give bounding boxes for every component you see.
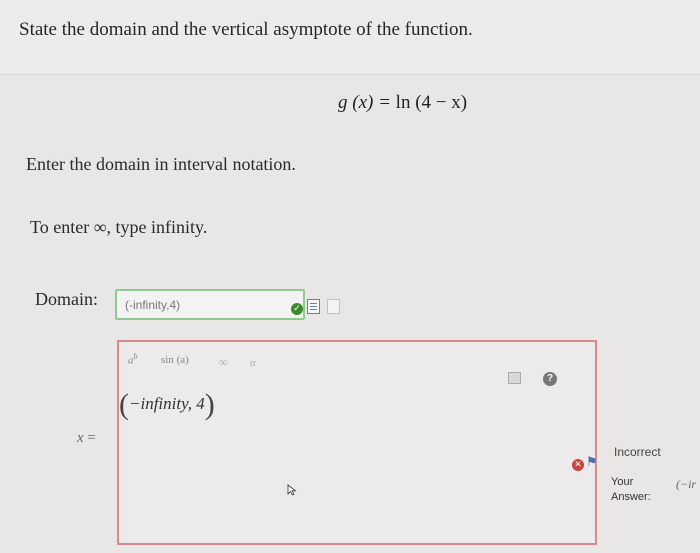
flag-icon[interactable]: ⚑ [586,455,598,470]
function-arg: (4 − x) [410,92,468,113]
asymptote-var: x [77,430,84,446]
power-exponent: b [133,352,138,361]
answer-panel [117,340,597,545]
cursor-icon [287,484,297,496]
preview-open-paren: ( [119,388,129,421]
domain-field[interactable] [115,289,305,320]
help-icon[interactable]: ? [543,372,557,386]
function-lhs: g (x) = [338,92,396,113]
preview-text: −infinity, 4 [129,394,205,413]
alpha-tool-button[interactable]: α [250,357,256,369]
feedback-status: Incorrect [614,445,661,459]
sin-tool-button[interactable]: sin (a) [161,354,189,366]
answer-preview: (−infinity, 4) [119,388,215,422]
asymptote-equals: = [83,430,96,446]
your-answer-label: Your Answer: [611,475,651,505]
document-icon[interactable] [307,299,320,314]
your-answer-label-2: Answer: [611,491,651,503]
infinity-instruction: To enter ∞, type infinity. [30,217,208,237]
function-expression: g (x) = ln (4 − x) [338,92,467,114]
your-answer-label-1: Your [611,476,634,488]
calculator-icon[interactable] [508,372,521,384]
asymptote-label: x = [77,430,96,447]
domain-instruction: Enter the domain in interval notation. [26,154,296,174]
domain-label: Domain: [35,289,98,309]
power-tool-button[interactable]: ab [128,352,138,367]
question-text: State the domain and the vertical asympt… [19,19,473,40]
error-icon: ✕ [572,459,584,471]
document-icon[interactable] [327,299,340,314]
check-icon: ✓ [291,303,303,315]
domain-input[interactable] [117,291,305,318]
function-ln: ln [395,92,411,113]
infinity-tool-button[interactable]: ∞ [219,355,228,370]
preview-close-paren: ) [204,388,215,421]
your-answer-value: (−ir [676,477,697,491]
